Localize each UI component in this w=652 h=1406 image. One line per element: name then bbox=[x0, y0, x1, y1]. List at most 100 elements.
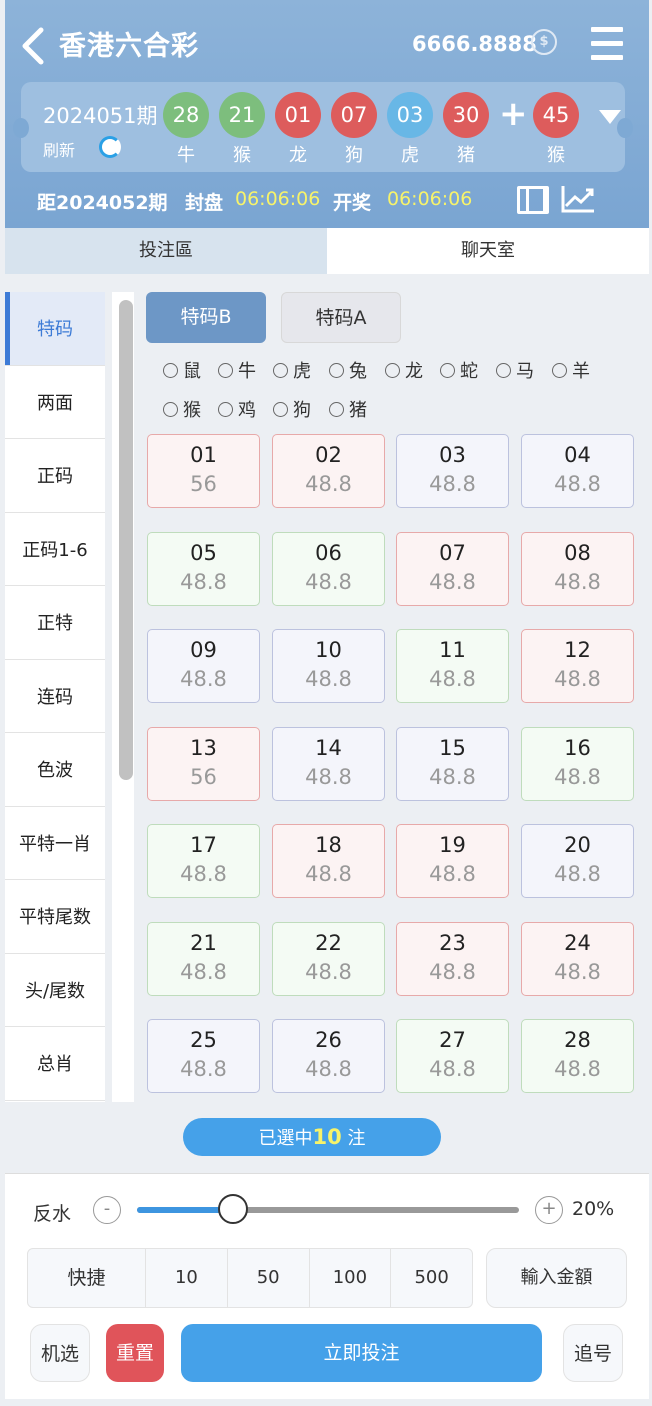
result-zodiac: 龙 bbox=[289, 145, 307, 166]
number-cell[interactable]: 25 48.8 bbox=[147, 1019, 260, 1093]
draw-result-card: 2024051期 刷新 28 牛 21 猴 01 龙 07 狗 03 虎 30 猪 + 45 猴 bbox=[13, 82, 633, 172]
zodiac-filter-radio[interactable]: 猴 bbox=[163, 396, 201, 422]
close-label: 封盘 bbox=[185, 192, 224, 214]
number-cell[interactable]: 11 48.8 bbox=[396, 629, 509, 703]
tab-chat[interactable]: 聊天室 bbox=[327, 228, 649, 274]
number-label: 14 bbox=[315, 735, 342, 760]
number-cell[interactable]: 28 48.8 bbox=[521, 1019, 634, 1093]
number-cell[interactable]: 15 48.8 bbox=[396, 726, 509, 801]
number-cell[interactable]: 24 48.8 bbox=[521, 921, 634, 996]
zodiac-filter-label: 蛇 bbox=[460, 361, 478, 382]
scrollbar[interactable] bbox=[112, 292, 134, 1102]
number-cell[interactable]: 14 48.8 bbox=[272, 726, 385, 801]
sidebar-item[interactable]: 正特 bbox=[5, 586, 105, 660]
rebate-plus-button[interactable]: + bbox=[535, 1196, 563, 1224]
number-label: 25 bbox=[190, 1028, 217, 1052]
result-zodiac: 猪 bbox=[457, 145, 475, 166]
place-bet-button[interactable]: 立即投注 bbox=[181, 1324, 542, 1382]
sidebar-item[interactable]: 色波 bbox=[5, 733, 105, 807]
zodiac-filter-radio[interactable]: 虎 bbox=[273, 357, 311, 383]
sidebar-item[interactable]: 连码 bbox=[5, 660, 105, 733]
radio-circle-icon bbox=[496, 363, 511, 378]
chevron-down-icon[interactable] bbox=[599, 110, 621, 124]
odds-label: 48.8 bbox=[305, 667, 352, 691]
refresh-icon[interactable] bbox=[99, 136, 121, 158]
zodiac-filter-radio[interactable]: 羊 bbox=[552, 357, 590, 383]
rebate-minus-button[interactable]: - bbox=[93, 1196, 121, 1224]
number-cell[interactable]: 16 48.8 bbox=[521, 726, 634, 801]
back-arrow-icon[interactable] bbox=[19, 26, 49, 66]
tab-special-b[interactable]: 特码B bbox=[146, 292, 266, 343]
number-cell[interactable]: 21 48.8 bbox=[147, 921, 260, 996]
zodiac-filter-label: 虎 bbox=[293, 361, 311, 382]
number-cell[interactable]: 07 48.8 bbox=[396, 531, 509, 606]
scroll-thumb[interactable] bbox=[119, 300, 133, 780]
amount-input[interactable]: 輸入金額 bbox=[486, 1248, 627, 1308]
number-cell[interactable]: 13 56 bbox=[147, 726, 260, 801]
odds-label: 48.8 bbox=[429, 667, 476, 691]
result-ball: 03 bbox=[387, 92, 433, 138]
zodiac-filter-radio[interactable]: 鼠 bbox=[163, 357, 201, 383]
number-cell[interactable]: 22 48.8 bbox=[272, 921, 385, 996]
zodiac-filter-radio[interactable]: 龙 bbox=[385, 357, 423, 383]
sidebar-item[interactable]: 平特尾数 bbox=[5, 880, 105, 954]
rebate-slider[interactable] bbox=[137, 1194, 519, 1224]
number-label: 02 bbox=[315, 443, 342, 467]
number-cell[interactable]: 02 48.8 bbox=[272, 434, 385, 508]
zodiac-filter-radio[interactable]: 狗 bbox=[273, 396, 311, 422]
number-cell[interactable]: 20 48.8 bbox=[521, 824, 634, 898]
sidebar-item[interactable]: 平特一肖 bbox=[5, 807, 105, 880]
menu-icon[interactable] bbox=[591, 27, 623, 61]
number-cell[interactable]: 17 48.8 bbox=[147, 824, 260, 898]
number-cell[interactable]: 05 48.8 bbox=[147, 531, 260, 606]
number-cell[interactable]: 04 48.8 bbox=[521, 434, 634, 508]
tab-special-a[interactable]: 特码A bbox=[281, 292, 401, 343]
number-cell[interactable]: 01 56 bbox=[147, 434, 260, 508]
number-label: 07 bbox=[439, 540, 466, 565]
number-cell[interactable]: 27 48.8 bbox=[396, 1019, 509, 1093]
odds-label: 48.8 bbox=[305, 569, 352, 594]
reset-button[interactable]: 重置 bbox=[106, 1324, 164, 1382]
rebate-slider-thumb[interactable] bbox=[217, 1194, 248, 1224]
zodiac-filter-label: 羊 bbox=[572, 361, 590, 382]
result-zodiac: 狗 bbox=[345, 145, 363, 166]
zodiac-filter-radio[interactable]: 蛇 bbox=[440, 357, 478, 383]
chase-number-button[interactable]: 追号 bbox=[563, 1324, 623, 1382]
number-cell[interactable]: 19 48.8 bbox=[396, 824, 509, 898]
zodiac-filter-radio[interactable]: 兔 bbox=[329, 357, 367, 383]
zodiac-filter-label: 狗 bbox=[293, 400, 311, 421]
refresh-label[interactable]: 刷新 bbox=[43, 137, 75, 161]
radio-circle-icon bbox=[385, 363, 400, 378]
trend-chart-icon[interactable] bbox=[560, 184, 596, 214]
quick-amount-500[interactable]: 500 bbox=[391, 1249, 472, 1307]
quick-amount-50[interactable]: 50 bbox=[228, 1249, 310, 1307]
quick-amount-100[interactable]: 100 bbox=[310, 1249, 392, 1307]
number-cell[interactable]: 08 48.8 bbox=[521, 531, 634, 606]
number-cell[interactable]: 09 48.8 bbox=[147, 629, 260, 703]
number-cell[interactable]: 03 48.8 bbox=[396, 434, 509, 508]
radio-circle-icon bbox=[329, 402, 344, 417]
sidebar-item[interactable]: 正码 bbox=[5, 439, 105, 513]
random-pick-button[interactable]: 机选 bbox=[30, 1324, 90, 1382]
zodiac-filter-radio[interactable]: 猪 bbox=[329, 396, 367, 422]
number-cell[interactable]: 06 48.8 bbox=[272, 531, 385, 606]
quick-amount-10[interactable]: 10 bbox=[146, 1249, 228, 1307]
number-cell[interactable]: 10 48.8 bbox=[272, 629, 385, 703]
sidebar-item[interactable]: 头/尾数 bbox=[5, 954, 105, 1027]
number-label: 05 bbox=[190, 540, 217, 565]
video-icon[interactable] bbox=[517, 186, 549, 214]
number-label: 26 bbox=[315, 1028, 342, 1052]
zodiac-filter-radio[interactable]: 鸡 bbox=[218, 396, 256, 422]
zodiac-filter-radio[interactable]: 牛 bbox=[218, 357, 256, 383]
sidebar-item[interactable]: 总肖 bbox=[5, 1027, 105, 1101]
number-cell[interactable]: 26 48.8 bbox=[272, 1019, 385, 1093]
sidebar-item[interactable]: 特码 bbox=[5, 292, 105, 366]
sidebar-item[interactable]: 两面 bbox=[5, 366, 105, 439]
sidebar-item[interactable]: 正码1-6 bbox=[5, 513, 105, 586]
number-cell[interactable]: 12 48.8 bbox=[521, 629, 634, 703]
number-cell[interactable]: 18 48.8 bbox=[272, 824, 385, 898]
number-label: 18 bbox=[315, 833, 342, 857]
number-cell[interactable]: 23 48.8 bbox=[396, 921, 509, 996]
tab-bet[interactable]: 投注區 bbox=[5, 228, 327, 274]
zodiac-filter-radio[interactable]: 马 bbox=[496, 357, 534, 383]
